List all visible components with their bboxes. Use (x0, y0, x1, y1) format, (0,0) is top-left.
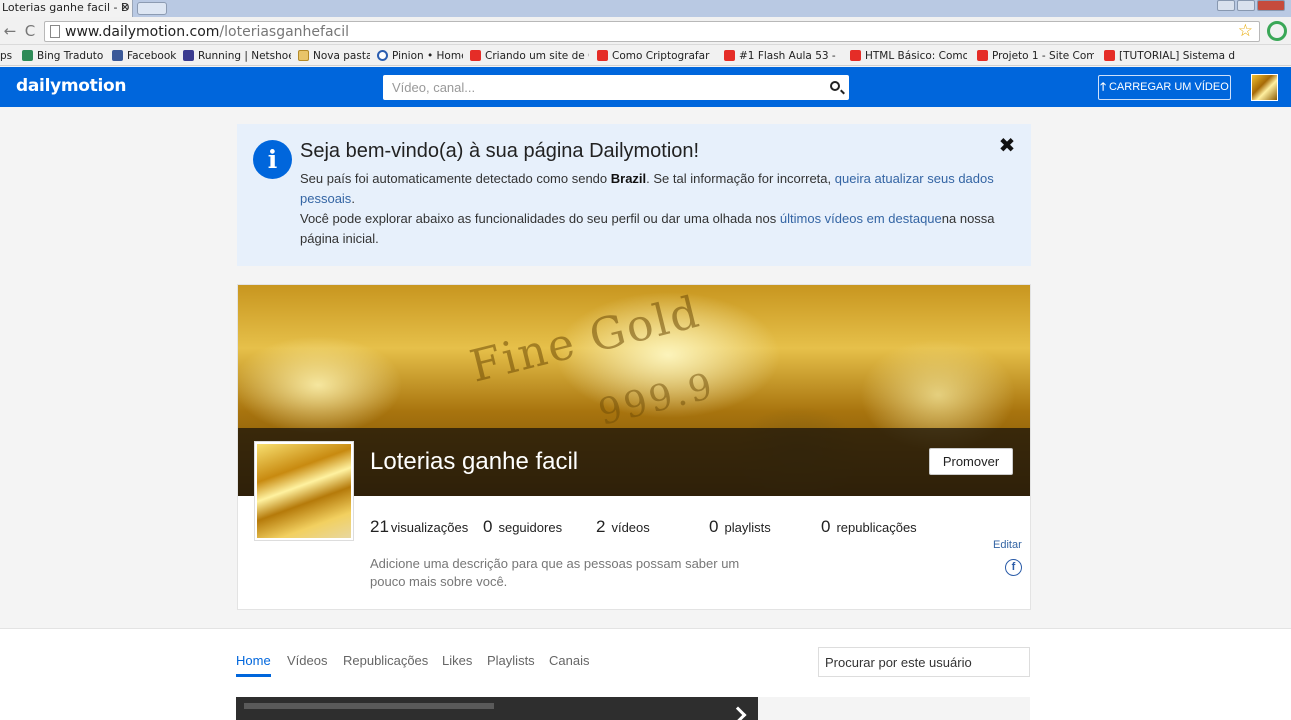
facebook-icon[interactable]: f (1005, 559, 1022, 576)
facebook-icon (112, 50, 123, 61)
bookmark-item[interactable]: Projeto 1 - Site Compl (977, 45, 1094, 65)
user-search-input[interactable] (818, 647, 1030, 677)
tab-likes[interactable]: Likes (442, 653, 472, 668)
site-search (383, 75, 849, 100)
tab-home[interactable]: Home (236, 653, 271, 668)
bookmark-item[interactable]: HTML Básico: Como c (850, 45, 967, 65)
pinion-icon (377, 50, 388, 61)
channel-tabs-section: Home Vídeos Republicações Likes Playlist… (0, 628, 1291, 720)
country-name: Brazil (610, 171, 647, 186)
url-domain: www.dailymotion.com (65, 24, 220, 40)
video-thumbnail[interactable] (236, 697, 758, 720)
cover-overlay (238, 428, 1030, 496)
stat-followers[interactable]: 0 seguidores (483, 517, 562, 537)
bookmarks-bar: ps Bing Tradutor Facebook Running | Nets… (0, 45, 1291, 66)
stat-reposts[interactable]: 0 republicações (821, 517, 917, 537)
tab-reposts[interactable]: Republicações (343, 653, 428, 668)
bookmark-star-icon[interactable]: ☆ (1238, 22, 1253, 41)
url-path: /loteriasganhefacil (219, 24, 350, 40)
youtube-icon (724, 50, 735, 61)
welcome-banner: i Seja bem-vindo(a) à sua página Dailymo… (237, 124, 1031, 266)
dailymotion-logo[interactable]: dailymotion (16, 75, 127, 97)
new-tab-button[interactable] (137, 2, 167, 15)
bookmark-item[interactable]: Como Criptografar e (597, 45, 712, 65)
tab-close-icon[interactable]: ✕ (119, 0, 131, 17)
bookmark-item[interactable]: ps (0, 45, 16, 65)
youtube-icon (1104, 50, 1115, 61)
browser-tab[interactable]: Loterias ganhe facil - D (0, 0, 133, 17)
extension-icon[interactable] (1267, 21, 1287, 41)
tab-videos[interactable]: Vídeos (287, 653, 327, 668)
upload-arrow-icon: 🡑 (1100, 81, 1106, 93)
bookmark-item[interactable]: Pinion • Home (377, 45, 463, 65)
tab-channels[interactable]: Canais (549, 653, 589, 668)
youtube-icon (470, 50, 481, 61)
youtube-icon (597, 50, 608, 61)
bookmark-item[interactable]: #1 Flash Aula 53 - Ler (724, 45, 839, 65)
window-controls (1217, 0, 1285, 12)
featured-videos-link[interactable]: últimos vídeos em destaque (780, 211, 942, 226)
info-icon: i (253, 140, 292, 179)
youtube-icon (977, 50, 988, 61)
cover-image: Fine Gold 999.9 (238, 285, 1030, 496)
close-icon[interactable]: ✖ (997, 134, 1017, 156)
reload-icon[interactable]: C (20, 21, 40, 41)
welcome-text: Seu país foi automaticamente detectado c… (300, 171, 995, 246)
chevron-right-icon[interactable] (729, 706, 747, 720)
maximize-button[interactable] (1237, 0, 1255, 11)
netshoes-icon (183, 50, 194, 61)
avatar[interactable] (1251, 74, 1278, 101)
folder-icon (298, 50, 309, 61)
site-header: dailymotion 🡑CARREGAR UM VÍDEO (0, 67, 1291, 107)
search-input[interactable] (383, 75, 823, 100)
channel-avatar-image (257, 444, 351, 538)
tab-playlists[interactable]: Playlists (487, 653, 535, 668)
bookmark-item[interactable]: Bing Tradutor (22, 45, 104, 65)
back-arrow-icon[interactable]: ← (0, 21, 20, 41)
window-close-button[interactable] (1257, 0, 1285, 11)
stat-views: 21 visualizações (370, 517, 469, 536)
page-icon (50, 25, 60, 38)
channel-name: Loterias ganhe facil (370, 448, 579, 475)
active-tab-indicator (236, 674, 271, 677)
stat-videos[interactable]: 2 vídeos (596, 517, 650, 537)
bookmark-item[interactable]: Running | Netshoes (183, 45, 291, 65)
channel-avatar (254, 441, 354, 541)
edit-link[interactable]: Editar (993, 539, 1022, 551)
welcome-title: Seja bem-vindo(a) à sua página Dailymoti… (300, 140, 700, 162)
upload-label: CARREGAR UM VÍDEO (1108, 81, 1229, 93)
profile-card: Fine Gold 999.9 Loterias ganhe facil Pro… (237, 284, 1031, 610)
side-panel (758, 697, 1030, 720)
search-icon[interactable] (830, 81, 840, 91)
minimize-button[interactable] (1217, 0, 1235, 11)
bookmark-item[interactable]: Criando um site de Cl (470, 45, 589, 65)
url-text[interactable]: www.dailymotion.com/loteriasganhefacil (65, 23, 349, 41)
channel-description[interactable]: Adicione uma descrição para que as pesso… (370, 555, 750, 591)
thumbnail-detail (244, 703, 494, 709)
bookmark-item[interactable]: [TUTORIAL] Sistema d (1104, 45, 1250, 65)
bookmark-item[interactable]: Facebook (112, 45, 177, 65)
youtube-icon (850, 50, 861, 61)
address-bar[interactable]: www.dailymotion.com/loteriasganhefacil ☆ (44, 21, 1260, 42)
browser-tab-title: Loterias ganhe facil - D (2, 1, 130, 14)
cover-engraving: 999.9 (594, 365, 720, 434)
bing-icon (22, 50, 33, 61)
browser-toolbar: ← C www.dailymotion.com/loteriasganhefac… (0, 17, 1291, 45)
upload-video-button[interactable]: 🡑 CARREGAR UM VÍDEO (1098, 75, 1231, 100)
promote-button[interactable]: Promover (929, 448, 1013, 475)
browser-tab-strip: Loterias ganhe facil - D ✕ (0, 0, 1291, 17)
stat-playlists[interactable]: 0 playlists (709, 517, 771, 537)
bookmark-item[interactable]: Nova pasta (298, 45, 370, 65)
